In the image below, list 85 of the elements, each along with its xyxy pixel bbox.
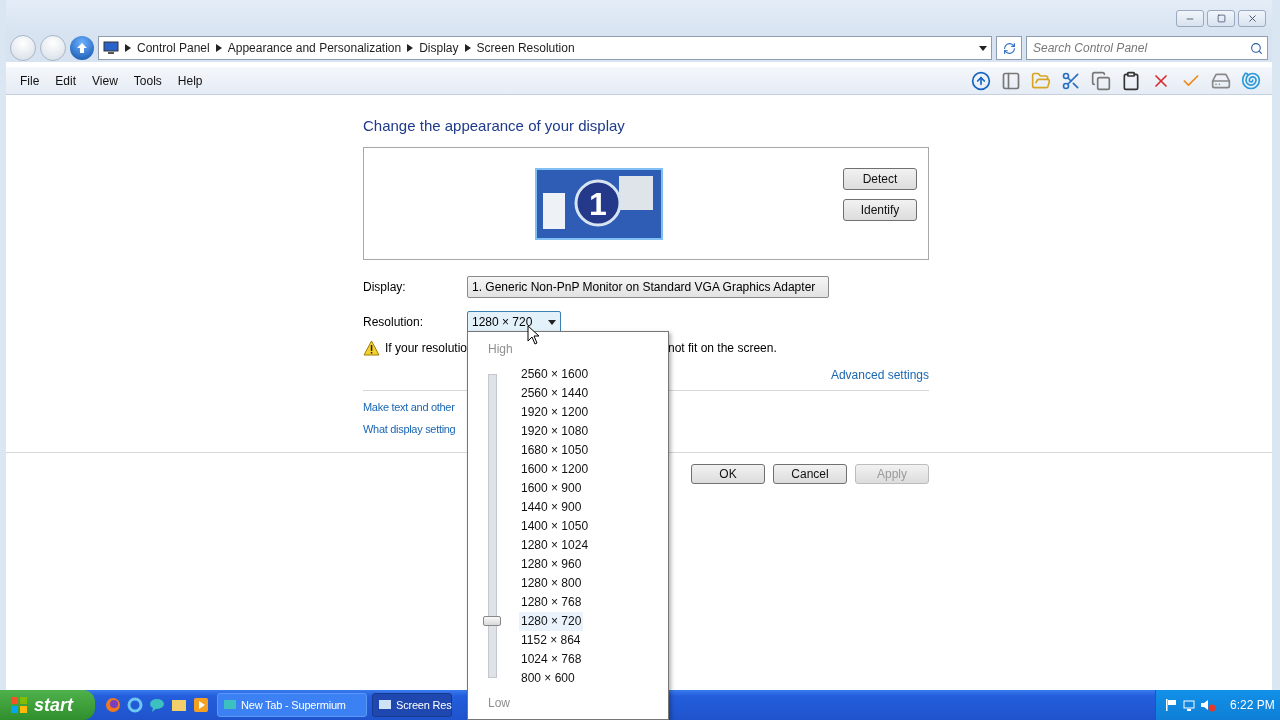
resolution-option[interactable]: 800 × 600 [519,669,577,688]
media-player-icon[interactable] [193,697,209,713]
minimize-button[interactable] [1176,10,1204,27]
up-button[interactable] [70,36,94,60]
resolution-option[interactable]: 1920 × 1080 [519,422,591,441]
slider-thumb[interactable] [483,616,501,626]
resolution-option[interactable]: 1024 × 768 [519,650,584,669]
resolution-option[interactable]: 2560 × 1600 [519,365,591,384]
resolution-dropdown[interactable]: 1280 × 720 [467,311,561,333]
panel-button[interactable]: Identify [843,199,917,221]
breadcrumb[interactable]: Control Panel [137,41,210,55]
help-link[interactable]: What display setting [363,423,456,435]
breadcrumb[interactable]: Screen Resolution [476,41,575,55]
monitor-drawing[interactable] [535,168,663,240]
speaker-muted-icon [1200,698,1216,712]
menu-item[interactable]: Edit [47,73,85,88]
help-link[interactable]: Make text and other [363,401,455,413]
monitor-icon [378,698,392,712]
search-input[interactable]: Search Control Panel [1031,40,1250,56]
resolution-option[interactable]: 1280 × 960 [519,555,584,574]
advanced-settings-link[interactable]: Advanced settings [830,368,929,382]
field-label: Display: [363,280,407,294]
clock: 6:22 PM [1230,698,1275,712]
resolution-option[interactable]: 1600 × 1200 [519,460,591,479]
close-button[interactable] [1238,10,1266,27]
monitor-number: 1 [589,186,607,222]
resolution-option[interactable]: 1600 × 900 [519,479,584,498]
dialog-button[interactable]: Cancel [773,464,847,484]
resolution-option[interactable]: 1152 × 864 [519,631,583,650]
chevron-right-icon [215,44,222,52]
warning-text: not fit on the screen. [668,341,777,355]
resolution-option[interactable]: 1400 × 1050 [519,517,591,536]
slider-low-label: Low [488,696,510,710]
network-icon [1182,698,1196,712]
resolution-option[interactable]: 2560 × 1440 [519,384,591,403]
resolution-option[interactable]: 1920 × 1200 [519,403,591,422]
scissors-icon[interactable] [1061,70,1081,91]
maximize-button[interactable] [1207,10,1235,27]
search-field[interactable]: Search Control Panel [1026,36,1268,60]
dialog-button[interactable]: OK [691,464,765,484]
browser-icon[interactable] [127,697,143,713]
resolution-option[interactable]: 1280 × 1024 [519,536,591,555]
search-icon [1250,41,1263,55]
breadcrumb[interactable]: Appearance and Personalization [227,41,402,55]
windows-logo-icon [10,696,28,714]
folder-icon[interactable] [171,697,187,713]
up-arrow-icon [76,42,88,54]
copy-icon[interactable] [1091,70,1111,91]
resolution-option[interactable]: 1280 × 800 [519,574,584,593]
clipboard-icon[interactable] [1121,70,1141,91]
menu-item[interactable]: Help [169,73,211,88]
caret-icon [979,45,987,51]
flag-icon [1164,698,1178,712]
chevron-right-icon [407,44,414,52]
monitor-icon [103,41,119,55]
shell-icon[interactable] [1241,70,1261,91]
breadcrumb[interactable]: Display [419,41,459,55]
refresh-icon [1002,41,1016,55]
folder-icon[interactable] [1031,70,1051,91]
menu-item[interactable]: Tools [125,73,170,88]
chevron-right-icon [125,44,131,52]
resolution-option[interactable]: 1680 × 1050 [519,441,591,460]
browser-icon[interactable] [105,697,121,713]
menu-item[interactable]: File [12,73,48,88]
taskbar-button[interactable]: New Tab - Supermium [217,693,367,717]
warning-text: If your resolutio [385,341,468,355]
refresh-button[interactable] [996,36,1022,60]
back-button[interactable] [10,35,36,61]
address-bar[interactable]: Control Panel Appearance and Personalization Display Screen Resolution [98,36,992,60]
chevron-right-icon [464,44,471,52]
resolution-option[interactable]: 1280 × 768 [519,593,584,612]
caret-icon [548,319,556,325]
panel-icon[interactable] [1001,70,1021,91]
panel-button[interactable]: Detect [843,168,917,190]
restore-icon [1216,14,1226,23]
menu-item[interactable]: View [84,73,126,88]
taskbar-button[interactable]: Screen Res [372,693,452,717]
resolution-option[interactable]: 1440 × 900 [519,498,584,517]
field-label: Resolution: [363,315,425,329]
close-icon [1246,13,1258,24]
slider-high-label: High [488,342,513,356]
warning-icon [363,340,380,356]
resolution-option[interactable]: 1280 × 720 [519,612,584,631]
display-dropdown[interactable]: 1. Generic Non-PnP Monitor on Standard VGA Graphics Adapter [467,276,829,298]
page-heading: Change the appearance of your display [363,117,626,134]
